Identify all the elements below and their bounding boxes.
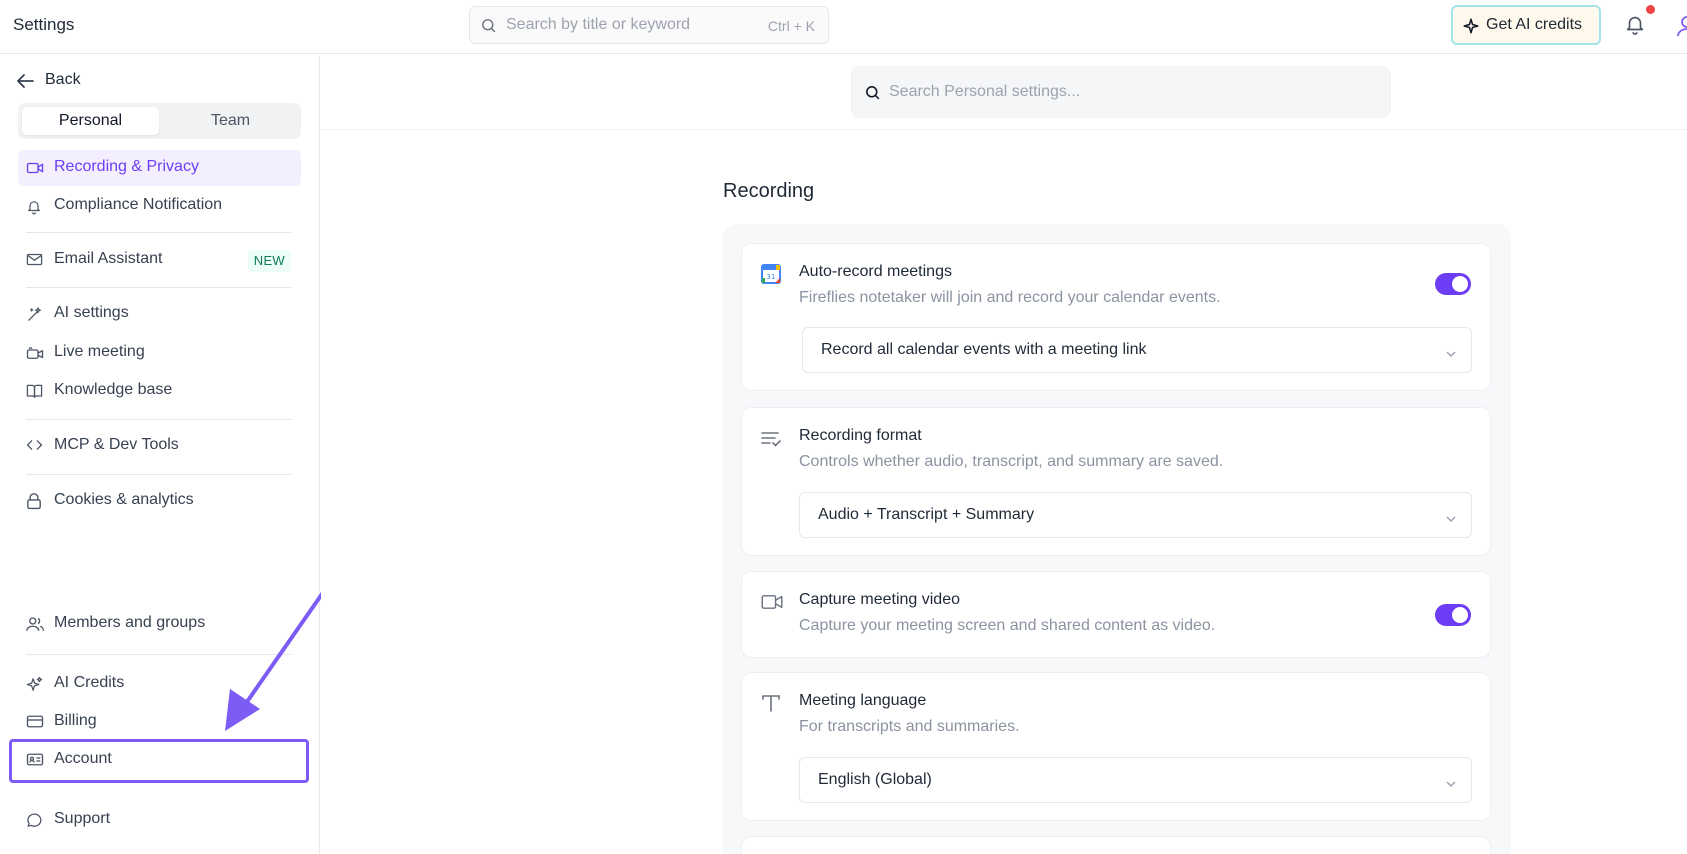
text-icon bbox=[761, 693, 781, 718]
section-title: Recording bbox=[723, 180, 815, 202]
auto-record-select-value: Record all calendar events with a meetin… bbox=[821, 341, 1147, 358]
sidebar-item-knowledge-base[interactable]: Knowledge base bbox=[18, 373, 301, 409]
sidebar-item-label: MCP & Dev Tools bbox=[54, 436, 179, 453]
live-camera-icon bbox=[26, 345, 44, 366]
capture-video-toggle[interactable] bbox=[1435, 604, 1471, 626]
arrow-left-icon bbox=[16, 73, 34, 94]
account-highlight-box bbox=[9, 739, 309, 783]
settings-search-bar: Search Personal settings... bbox=[321, 55, 1687, 130]
sparkle-icon bbox=[1462, 17, 1480, 40]
magic-wand-icon bbox=[26, 306, 43, 328]
sidebar-item-label: Knowledge base bbox=[54, 381, 173, 398]
video-icon bbox=[761, 594, 783, 615]
search-icon bbox=[480, 17, 497, 39]
tab-team[interactable]: Team bbox=[162, 107, 299, 135]
chat-bubble-icon bbox=[26, 812, 43, 834]
sidebar-item-live-meeting[interactable]: Live meeting bbox=[18, 335, 301, 371]
sidebar-item-billing[interactable]: Billing bbox=[18, 704, 301, 740]
sidebar-item-compliance-notification[interactable]: Compliance Notification bbox=[18, 188, 301, 224]
list-check-icon bbox=[761, 430, 781, 453]
top-bar: Settings Search by title or keyword Ctrl… bbox=[0, 0, 1687, 54]
sidebar-divider bbox=[26, 654, 292, 655]
video-icon bbox=[26, 160, 44, 181]
users-icon bbox=[26, 616, 44, 637]
sidebar-item-label: AI Credits bbox=[54, 674, 125, 691]
bell-icon bbox=[26, 198, 42, 220]
sidebar-divider bbox=[26, 474, 292, 475]
sidebar-divider bbox=[26, 287, 292, 288]
capture-video-card: Capture meeting video Capture your meeti… bbox=[741, 571, 1491, 658]
new-badge: NEW bbox=[247, 250, 291, 272]
get-ai-credits-button[interactable]: Get AI credits bbox=[1451, 5, 1601, 45]
recording-format-title: Recording format bbox=[799, 427, 922, 444]
sidebar-divider bbox=[26, 419, 292, 420]
recording-format-select-value: Audio + Transcript + Summary bbox=[818, 506, 1035, 523]
sidebar-item-label: Cookies & analytics bbox=[54, 491, 194, 508]
auto-record-select[interactable]: Record all calendar events with a meetin… bbox=[802, 327, 1472, 373]
code-icon bbox=[26, 438, 43, 457]
meeting-language-description: For transcripts and summaries. bbox=[799, 718, 1020, 735]
sidebar-item-ai-credits[interactable]: AI Credits bbox=[18, 666, 301, 702]
settings-search-placeholder: Search Personal settings... bbox=[889, 83, 1081, 100]
svg-text:31: 31 bbox=[767, 273, 776, 281]
chevron-down-icon bbox=[1445, 775, 1457, 793]
sparkle-icon bbox=[26, 676, 43, 698]
sidebar-item-label: Recording & Privacy bbox=[54, 158, 199, 175]
toggle-knob bbox=[1452, 607, 1468, 623]
personal-team-switch: Personal Team bbox=[18, 103, 301, 139]
book-icon bbox=[26, 383, 43, 404]
auto-record-toggle[interactable] bbox=[1435, 273, 1471, 295]
sidebar-item-label: Billing bbox=[54, 712, 97, 729]
lock-icon bbox=[26, 493, 42, 515]
sidebar-item-label: Live meeting bbox=[54, 343, 145, 360]
get-ai-credits-label: Get AI credits bbox=[1486, 16, 1583, 33]
search-shortcut-hint: Ctrl + K bbox=[767, 18, 815, 34]
settings-sidebar: Back Personal Team Recording & Privacy C… bbox=[0, 55, 320, 854]
toggle-knob bbox=[1452, 276, 1468, 292]
next-setting-card bbox=[741, 836, 1491, 854]
sidebar-item-recording-privacy[interactable]: Recording & Privacy bbox=[18, 150, 301, 186]
recording-format-description: Controls whether audio, transcript, and … bbox=[799, 453, 1224, 470]
sidebar-item-label: Support bbox=[54, 810, 111, 827]
sidebar-item-label: Compliance Notification bbox=[54, 196, 223, 213]
notification-dot bbox=[1646, 5, 1655, 14]
sidebar-item-email-assistant[interactable]: Email Assistant NEW bbox=[18, 242, 301, 278]
sidebar-item-support[interactable]: Support bbox=[18, 802, 301, 838]
global-search-placeholder: Search by title or keyword bbox=[506, 16, 691, 33]
personal-settings-search-input[interactable]: Search Personal settings... bbox=[851, 66, 1391, 118]
search-icon bbox=[864, 84, 881, 106]
sidebar-item-label: Email Assistant bbox=[54, 250, 163, 267]
sidebar-item-ai-settings[interactable]: AI settings bbox=[18, 296, 301, 332]
auto-record-description: Fireflies notetaker will join and record… bbox=[799, 289, 1221, 306]
credit-card-icon bbox=[26, 714, 44, 734]
global-search-input[interactable]: Search by title or keyword Ctrl + K bbox=[469, 6, 829, 44]
auto-record-title: Auto-record meetings bbox=[799, 263, 952, 280]
recording-format-card: Recording format Controls whether audio,… bbox=[741, 407, 1491, 556]
mail-icon bbox=[26, 252, 43, 272]
chevron-down-icon bbox=[1445, 345, 1457, 363]
chevron-down-icon bbox=[1445, 510, 1457, 528]
sidebar-item-mcp-dev-tools[interactable]: MCP & Dev Tools bbox=[18, 428, 301, 464]
google-calendar-icon: 31 bbox=[761, 264, 781, 289]
meeting-language-card: Meeting language For transcripts and sum… bbox=[741, 672, 1491, 821]
tab-personal[interactable]: Personal bbox=[22, 107, 159, 135]
settings-main: Search Personal settings... Recording 31… bbox=[321, 55, 1687, 854]
notifications-bell-icon[interactable] bbox=[1624, 12, 1646, 41]
capture-video-title: Capture meeting video bbox=[799, 591, 960, 608]
sidebar-item-label: Members and groups bbox=[54, 614, 206, 631]
meeting-language-title: Meeting language bbox=[799, 692, 927, 709]
user-avatar-icon[interactable] bbox=[1672, 12, 1687, 40]
recording-format-select[interactable]: Audio + Transcript + Summary bbox=[799, 492, 1472, 538]
back-label: Back bbox=[45, 71, 81, 88]
meeting-language-select-value: English (Global) bbox=[818, 771, 932, 788]
page-title: Settings bbox=[13, 15, 75, 34]
sidebar-item-members-groups[interactable]: Members and groups bbox=[18, 606, 301, 642]
meeting-language-select[interactable]: English (Global) bbox=[799, 757, 1472, 803]
capture-video-description: Capture your meeting screen and shared c… bbox=[799, 617, 1216, 634]
sidebar-divider bbox=[26, 232, 292, 233]
sidebar-item-label: AI settings bbox=[54, 304, 129, 321]
sidebar-item-cookies-analytics[interactable]: Cookies & analytics bbox=[18, 483, 301, 519]
auto-record-card: 31 Auto-record meetings Fireflies noteta… bbox=[741, 243, 1491, 391]
